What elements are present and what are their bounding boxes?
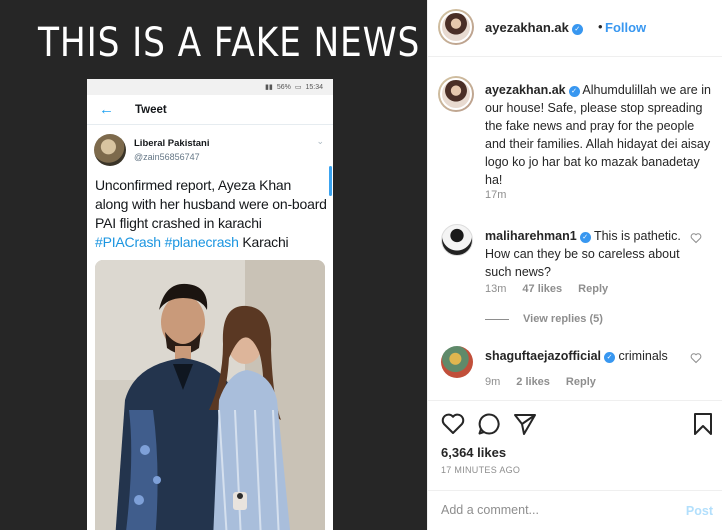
comment-text: shaguftaejazofficial ✓ criminals <box>485 347 685 365</box>
header-username-text[interactable]: ayezakhan.ak <box>485 20 569 35</box>
post-timestamp[interactable]: 17 MINUTES AGO <box>441 465 520 475</box>
comment-likes[interactable]: 2 likes <box>516 376 550 388</box>
post-image[interactable]: THIS IS A FAKE NEWS ▮▮ 56% ▭ 15:34 ← Twe… <box>0 0 427 530</box>
post-comment-button[interactable]: Post <box>686 504 713 518</box>
comment-input[interactable] <box>441 503 671 517</box>
verified-icon: ✓ <box>579 232 591 243</box>
battery-level: 56% <box>276 83 291 91</box>
comment-avatar[interactable] <box>441 346 473 378</box>
comment-icon[interactable] <box>476 411 502 437</box>
chevron-down-icon: ⌄ <box>316 136 324 146</box>
tweet-photo <box>95 260 325 530</box>
phone-status-bar: ▮▮ 56% ▭ 15:34 <box>87 79 333 95</box>
comment-username[interactable]: maliharehman1 <box>485 229 577 243</box>
tweet-author-avatar <box>94 134 126 166</box>
couple-photo-illustration <box>95 260 325 530</box>
reply-button[interactable]: Reply <box>578 283 608 295</box>
tweet-title: Tweet <box>135 103 167 116</box>
verified-icon: ✓ <box>571 24 583 35</box>
verified-icon: ✓ <box>568 86 580 97</box>
tweet-tail: Karachi <box>242 234 289 250</box>
comment-like-heart-icon[interactable] <box>690 352 702 364</box>
comment-avatar[interactable] <box>441 224 473 256</box>
caption-body: Alhumdulillah we are in our house! Safe,… <box>485 83 711 187</box>
comment-text: maliharehman1 ✓ This is pathetic. How can… <box>485 227 685 281</box>
verified-icon: ✓ <box>604 352 615 363</box>
overlay-title: THIS IS A FAKE NEWS <box>38 20 421 66</box>
comment-time[interactable]: 9m <box>485 376 500 388</box>
tweet-author-name: Liberal Pakistani <box>134 138 210 149</box>
tweet-text: Unconfirmed report, Ayeza Khan along wit… <box>95 176 327 252</box>
view-replies-label[interactable]: View replies (5) <box>523 313 603 325</box>
avatar[interactable] <box>438 9 474 45</box>
post-actions: 6,364 likes 17 MINUTES AGO Post <box>428 400 722 530</box>
post-sidebar: ayezakhan.ak ✓ • Follow ayezakhan.ak ✓ Alh… <box>427 0 722 530</box>
tweet-author: Liberal Pakistani @zain56856747 ⌄ <box>94 132 326 172</box>
view-replies-line <box>485 318 509 320</box>
comment-like-heart-icon[interactable] <box>690 232 702 244</box>
hashtag: #planecrash <box>164 234 239 250</box>
back-arrow-icon: ← <box>99 101 114 118</box>
post-header: ayezakhan.ak ✓ • Follow <box>428 0 722 57</box>
view-replies-button[interactable]: View replies (5) <box>485 313 603 325</box>
signal-icon: ▮▮ <box>265 84 273 91</box>
tweet-author-handle: @zain56856747 <box>134 152 200 162</box>
battery-icon: ▭ <box>294 84 302 91</box>
bookmark-icon[interactable] <box>690 411 716 437</box>
clock: 15:34 <box>305 83 323 91</box>
hashtag: #PIACrash <box>95 234 161 250</box>
comment-likes[interactable]: 47 likes <box>522 283 562 295</box>
reply-button[interactable]: Reply <box>566 376 596 388</box>
comment-username[interactable]: shaguftaejazofficial <box>485 349 601 363</box>
comment-meta: 13m 47 likes Reply <box>485 283 608 295</box>
follow-button[interactable]: Follow <box>605 20 646 35</box>
comment-box: Post <box>428 490 722 530</box>
comment-meta: 9m 2 likes Reply <box>485 376 596 388</box>
comment-time[interactable]: 13m <box>485 283 506 295</box>
heart-icon[interactable] <box>440 411 466 437</box>
caption-text: ayezakhan.ak ✓ Alhumdulillah we are in ou… <box>485 81 715 189</box>
tweet-body: Unconfirmed report, Ayeza Khan along wit… <box>95 177 327 231</box>
caption-avatar[interactable] <box>438 76 474 112</box>
caption-timestamp[interactable]: 17m <box>485 189 506 201</box>
header-username[interactable]: ayezakhan.ak ✓ <box>485 20 583 35</box>
header-separator: • <box>598 19 603 34</box>
share-icon[interactable] <box>512 411 538 437</box>
tweet-screenshot: ▮▮ 56% ▭ 15:34 ← Tweet Liberal Pakistani… <box>87 79 333 530</box>
comment-body: criminals <box>618 349 668 363</box>
scroll-indicator <box>329 166 332 196</box>
tweet-header: ← Tweet <box>87 95 333 125</box>
likes-count[interactable]: 6,364 likes <box>441 445 506 460</box>
caption-username[interactable]: ayezakhan.ak <box>485 83 566 97</box>
